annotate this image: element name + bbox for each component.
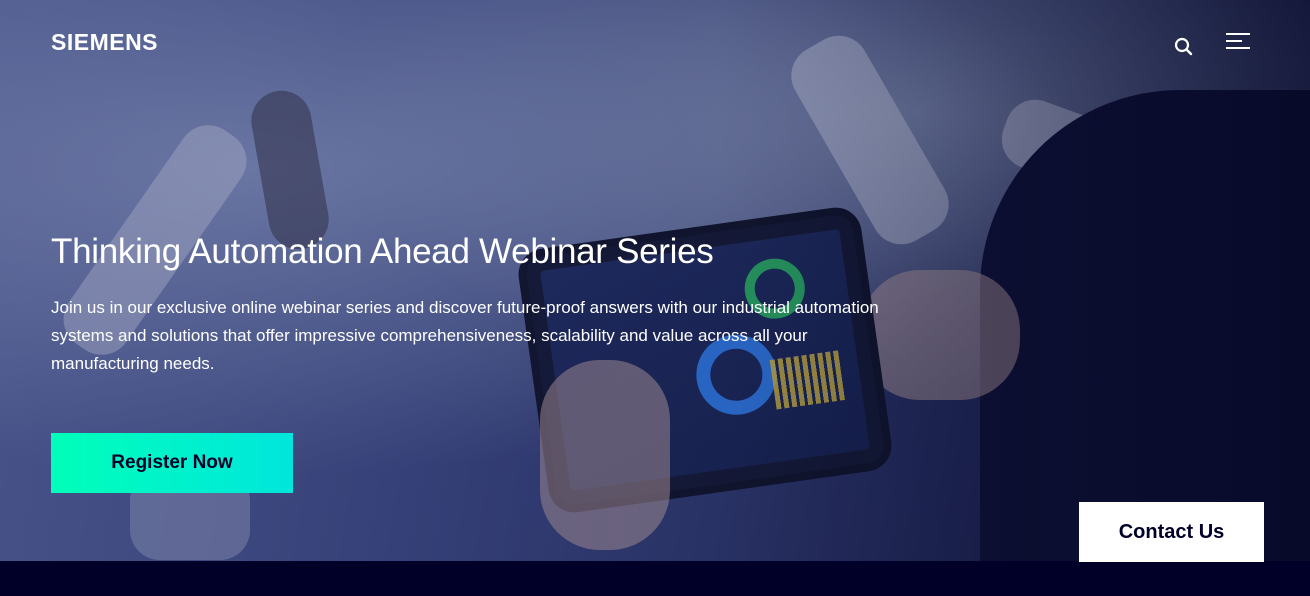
siemens-logo[interactable]: SIEMENS	[51, 29, 158, 56]
menu-icon	[1226, 33, 1250, 49]
bottom-band	[0, 561, 1310, 596]
search-icon	[1174, 37, 1193, 56]
hero-content: Thinking Automation Ahead Webinar Series…	[51, 232, 911, 378]
hero-description: Join us in our exclusive online webinar …	[51, 298, 879, 373]
hero-title: Thinking Automation Ahead Webinar Series	[51, 232, 714, 271]
top-navigation: SIEMENS	[0, 0, 1310, 80]
search-button[interactable]	[1170, 32, 1198, 60]
contact-us-button[interactable]: Contact Us	[1079, 502, 1264, 562]
register-now-button[interactable]: Register Now	[51, 433, 293, 493]
menu-button[interactable]	[1224, 32, 1252, 54]
